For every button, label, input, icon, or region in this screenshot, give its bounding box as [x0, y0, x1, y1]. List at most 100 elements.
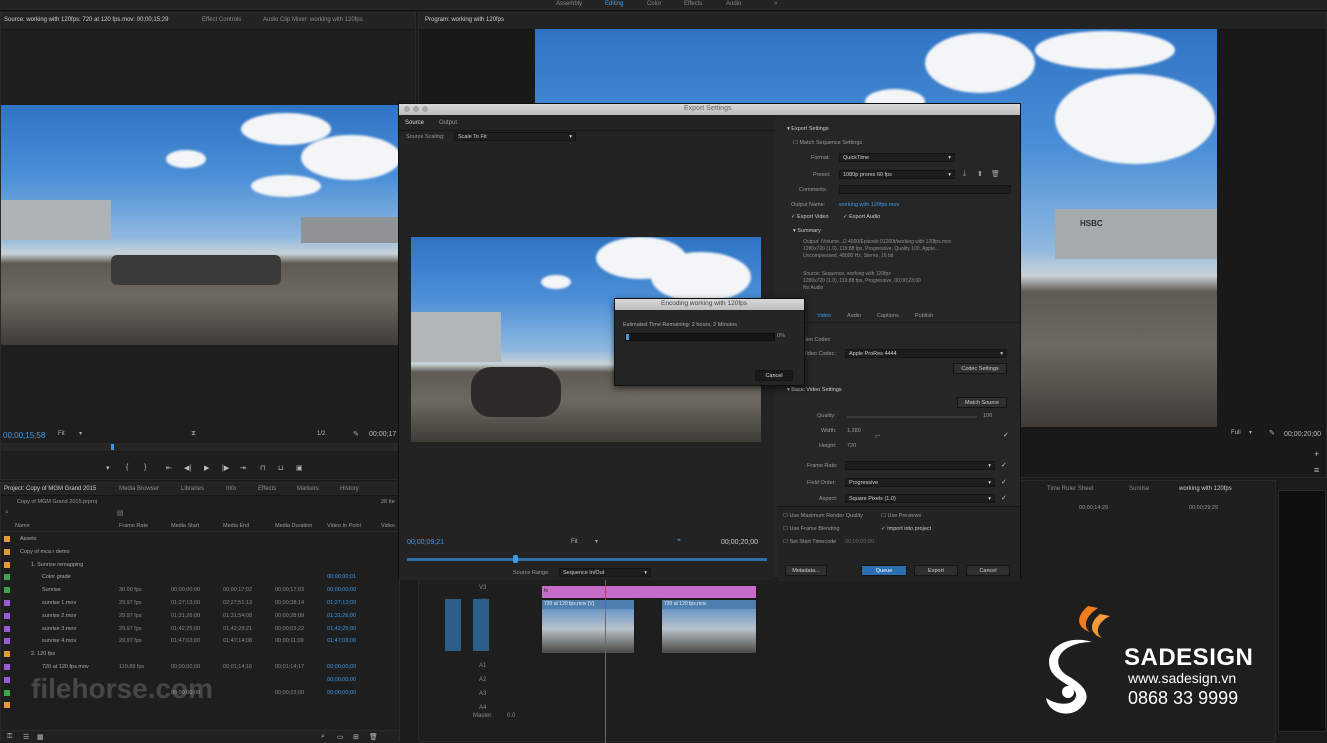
save-preset-icon[interactable]: ⤓ — [963, 170, 966, 178]
match-source-button[interactable]: Match Source — [957, 397, 1007, 408]
table-row[interactable]: 2. 120 fps — [1, 648, 399, 661]
width-value[interactable]: 1,280 — [847, 428, 861, 434]
export-playhead[interactable] — [513, 555, 518, 563]
basic-video-section[interactable]: ▾ Basic Video Settings — [787, 387, 842, 393]
import-project-checkbox[interactable]: ✓ Import into project — [881, 526, 931, 532]
export-audio-checkbox[interactable]: ✓ Export Audio — [843, 214, 880, 220]
chevron-down-icon[interactable]: ▾ — [79, 430, 82, 437]
checkmark-icon[interactable]: ✓ — [1003, 431, 1009, 439]
chevron-down-icon[interactable]: ▾ — [1249, 429, 1252, 436]
step-back-icon[interactable]: ◀| — [184, 464, 191, 472]
tab-info[interactable]: Info — [226, 486, 236, 492]
table-row[interactable]: Copy of mca r demo — [1, 546, 399, 559]
insert-icon[interactable]: ⊓ — [260, 464, 265, 472]
source-timecode[interactable]: 00;00;15;58 — [3, 431, 45, 440]
tab-time-ruler-sheet[interactable]: Time Ruler Sheet — [1047, 486, 1093, 492]
new-item-icon[interactable]: ⊞ — [353, 733, 359, 741]
frame-blending-checkbox[interactable]: ☐ Use Frame Blending — [783, 526, 840, 532]
table-row[interactable]: sunrise 3.mov 29.97 fps 01;42;25;00 01;42;2… — [1, 623, 399, 636]
subtab-captions[interactable]: Captions — [877, 313, 899, 319]
track-label-a2[interactable]: A2 — [479, 677, 486, 683]
codec-settings-button[interactable]: Codec Settings — [953, 363, 1007, 374]
col-frame-rate[interactable]: Frame Rate — [119, 523, 148, 529]
tab-export-source[interactable]: Source — [405, 120, 424, 126]
workspace-tab-effects[interactable]: Effects — [684, 1, 702, 7]
source-scrubber[interactable] — [1, 443, 399, 451]
tab-effects[interactable]: Effects — [258, 486, 276, 492]
track-label-a3[interactable]: A3 — [479, 691, 486, 697]
height-value[interactable]: 720 — [847, 443, 856, 449]
source-patch-v1[interactable] — [445, 599, 461, 651]
aspect-select[interactable]: Square Pixels (1.0) ▾ — [845, 494, 995, 503]
export-video-checkbox[interactable]: ✓ Export Video — [791, 214, 829, 220]
timeline-clip[interactable]: 720 at 120 fps.mov — [661, 599, 757, 653]
zoom-dot-icon[interactable] — [422, 106, 428, 112]
col-media-start[interactable]: Media Start — [171, 523, 199, 529]
tab-markers[interactable]: Markers — [297, 486, 319, 492]
lock-icon[interactable]: ⚿ — [7, 733, 12, 741]
step-forward-icon[interactable]: |▶ — [222, 464, 229, 472]
match-sequence-checkbox[interactable]: ☐ Match Sequence Settings — [793, 140, 862, 146]
playhead[interactable] — [111, 444, 114, 450]
export-frame-icon[interactable]: ▣ — [296, 464, 303, 472]
table-row[interactable]: Sunrise 30.00 fps 00;00;00;00 00;00;17;02 00… — [1, 584, 399, 597]
track-label-v3[interactable]: V3 — [479, 585, 486, 591]
source-scaling-select[interactable]: Scale To Fit ▾ — [454, 132, 576, 141]
icon-view-icon[interactable]: ▦ — [37, 733, 44, 741]
export-settings-section[interactable]: ▾ Export Settings — [787, 126, 829, 132]
table-row[interactable]: Assets — [1, 533, 399, 546]
wrench-icon[interactable]: ✎ — [1269, 429, 1275, 437]
clear-icon[interactable]: 🗑 — [369, 733, 378, 741]
checkmark-icon[interactable]: ✓ — [1001, 478, 1007, 486]
table-row[interactable]: sunrise 4.mov 29.97 fps 01;47;03;00 01;47;1… — [1, 635, 399, 648]
tab-effect-controls[interactable]: Effect Controls — [202, 17, 241, 23]
folder-icon[interactable]: ▭ — [337, 733, 344, 741]
table-row[interactable]: 1. Sunrise remapping — [1, 559, 399, 572]
subtab-audio[interactable]: Audio — [847, 313, 861, 319]
play-icon[interactable]: ▶ — [204, 464, 209, 472]
track-target-v1[interactable] — [473, 599, 489, 651]
track-label-a1[interactable]: A1 — [479, 663, 486, 669]
go-to-in-icon[interactable]: ⇤ — [166, 464, 172, 472]
go-to-out-icon[interactable]: ⇥ — [240, 464, 246, 472]
overwrite-icon[interactable]: ⊔ — [278, 464, 283, 472]
checkmark-icon[interactable]: ✓ — [1001, 461, 1007, 469]
comments-field[interactable] — [839, 185, 1011, 194]
start-timecode[interactable]: 00;00;00;00 — [845, 539, 874, 545]
workspace-tab-color[interactable]: Color — [647, 1, 661, 7]
format-select[interactable]: QuickTime ▾ — [839, 153, 955, 162]
mark-in-icon[interactable]: { — [126, 464, 128, 471]
col-media-end[interactable]: Media End — [223, 523, 249, 529]
field-order-select[interactable]: Progressive ▾ — [845, 478, 995, 487]
tab-libraries[interactable]: Libraries — [181, 486, 204, 492]
workspace-tab-assembly[interactable]: Assembly — [556, 1, 582, 7]
timeline-clip[interactable]: 720 at 120 fps.mov [V] — [541, 599, 635, 653]
minimize-dot-icon[interactable] — [413, 106, 419, 112]
new-bin-icon[interactable]: ▤ — [117, 509, 124, 517]
use-previews-checkbox[interactable]: ☐ Use Previews — [881, 513, 921, 519]
export-timecode-in[interactable]: 00;00;09;21 — [407, 539, 444, 546]
tab-history[interactable]: History — [340, 486, 359, 492]
wrench-icon[interactable]: ✎ — [353, 430, 359, 438]
summary-section[interactable]: ▾ Summary — [793, 228, 821, 234]
tab-program[interactable]: Program: working with 120fps — [425, 17, 504, 23]
source-resolution-select[interactable]: 1/2 — [317, 431, 325, 437]
timeline-playhead[interactable] — [605, 571, 606, 743]
subtab-video[interactable]: Video — [817, 313, 831, 319]
frame-rate-select[interactable]: ▾ — [845, 461, 995, 470]
workspace-tab-editing[interactable]: Editing — [605, 1, 623, 7]
col-video-in-point[interactable]: Video In Point — [327, 523, 361, 529]
mark-out-icon[interactable]: } — [144, 464, 146, 471]
export-range-bar[interactable] — [407, 555, 767, 563]
crop-icon[interactable]: ⌖ — [677, 537, 681, 545]
tab-source[interactable]: Source: working with 120fps: 720 at 120 … — [4, 17, 168, 23]
close-dot-icon[interactable] — [404, 106, 410, 112]
metadata-button[interactable]: Metadata... — [785, 565, 827, 576]
add-button-icon[interactable]: + — [1314, 449, 1319, 459]
col-name[interactable]: Name — [15, 523, 30, 529]
col-media-duration[interactable]: Media Duration — [275, 523, 312, 529]
preset-select[interactable]: 1080p prores 60 fps ▾ — [839, 170, 955, 179]
table-row[interactable]: Color grade 00;00;00;01 — [1, 571, 399, 584]
find-icon[interactable]: ⌕ — [321, 733, 325, 741]
encoding-cancel-button[interactable]: Cancel — [755, 370, 793, 381]
